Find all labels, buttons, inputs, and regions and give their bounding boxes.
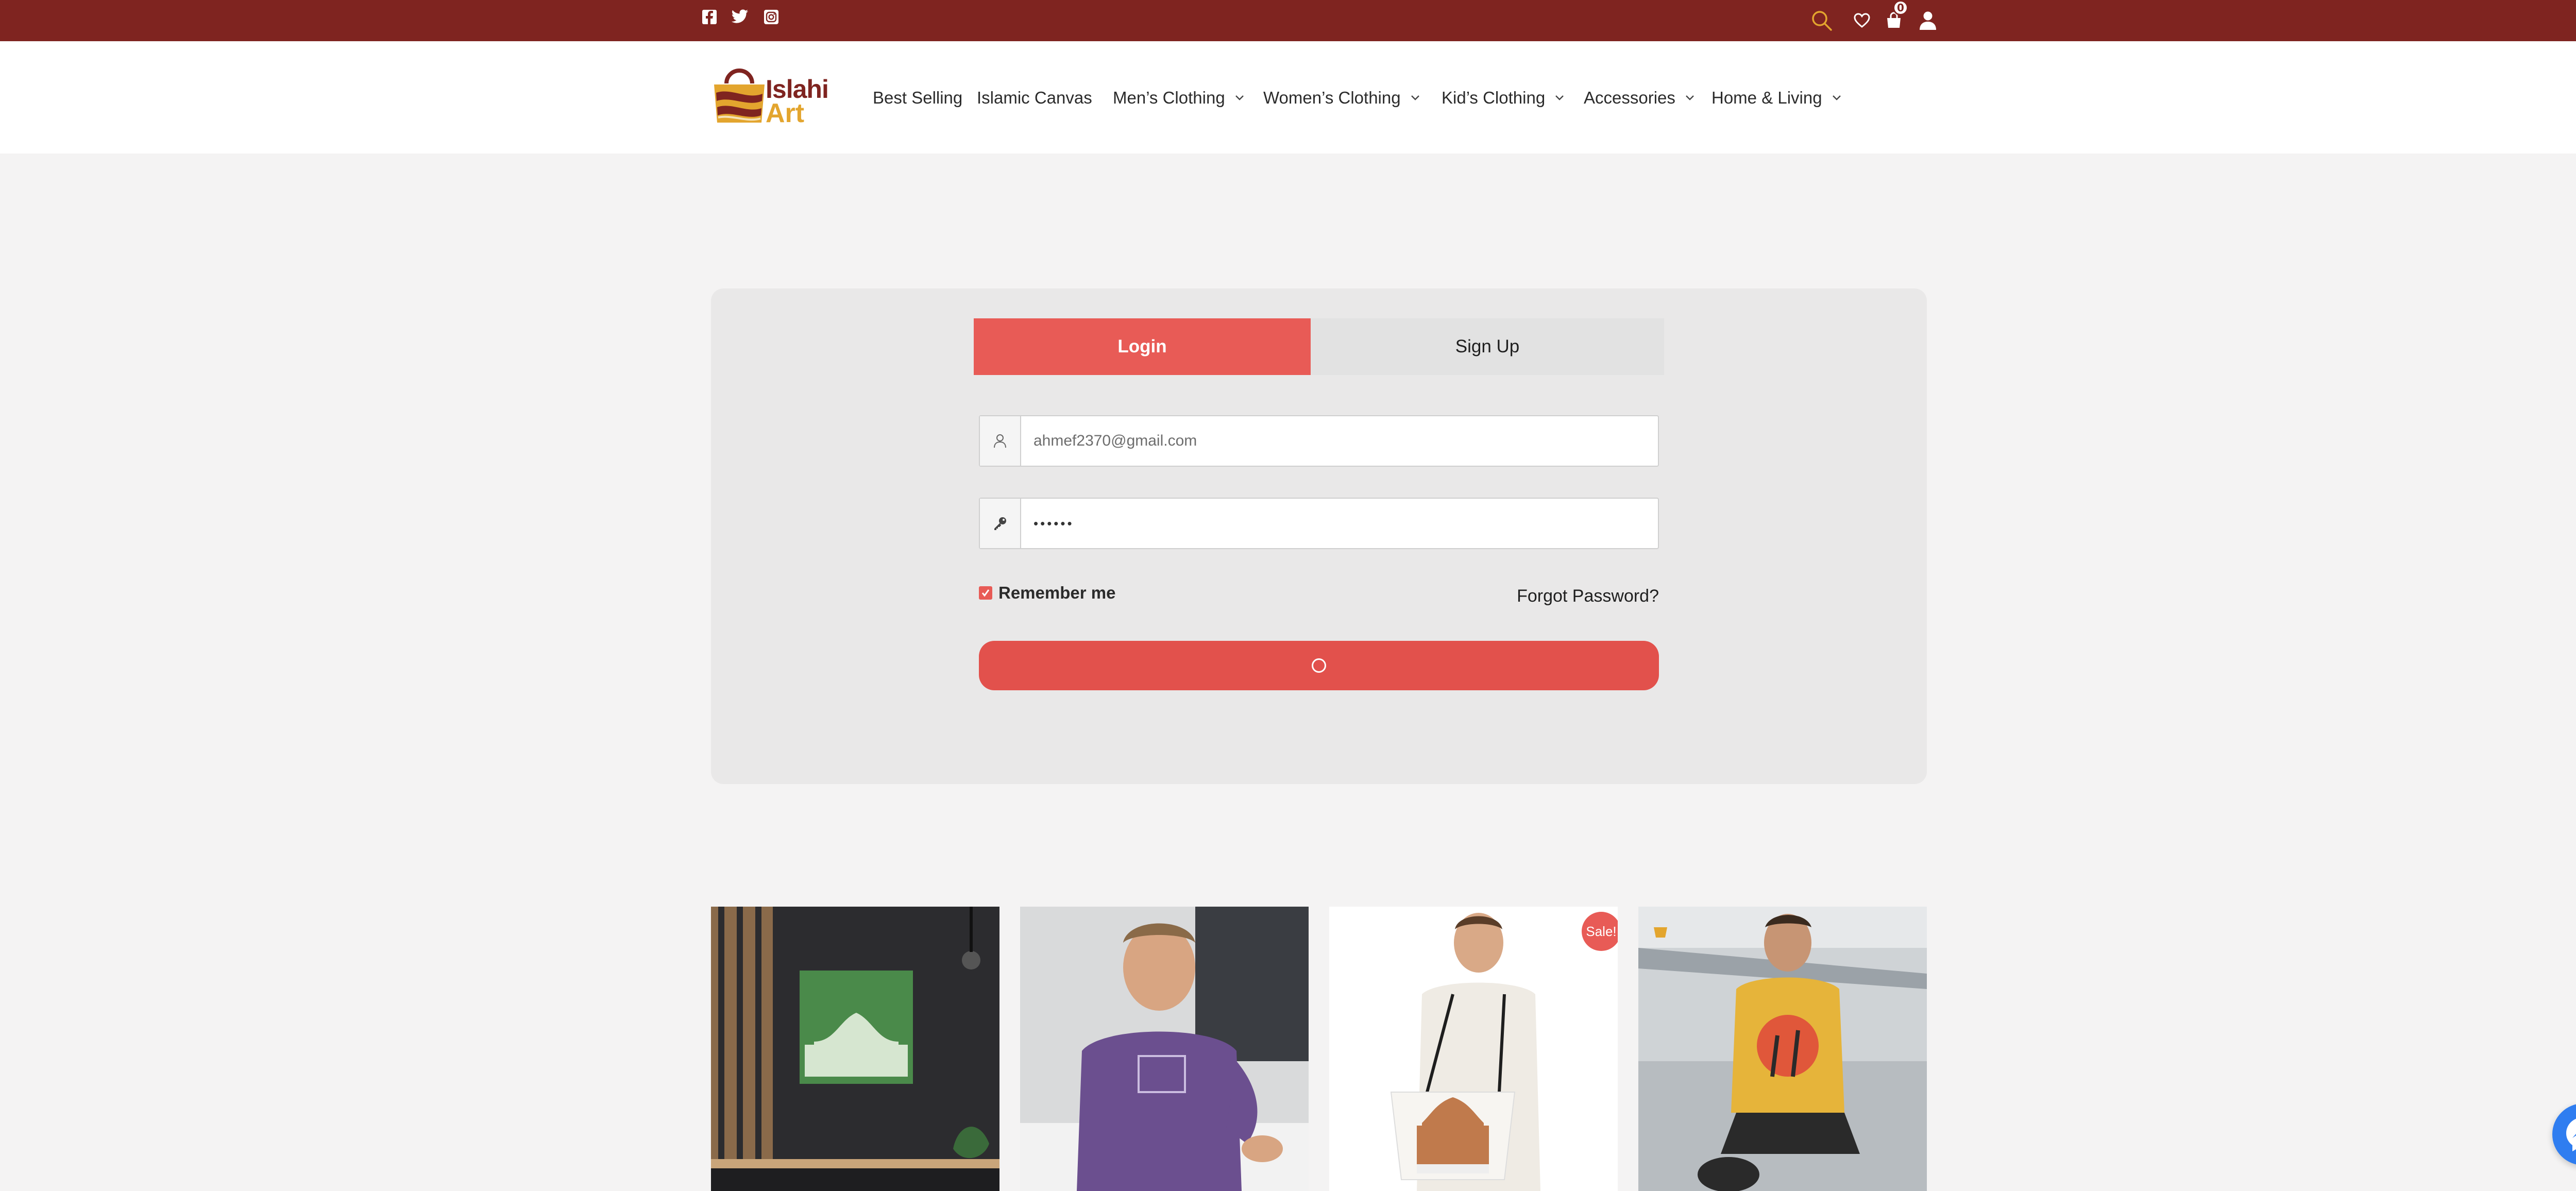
site-logo[interactable]: Islahi Art bbox=[711, 64, 829, 131]
nav-label: Home & Living bbox=[1711, 88, 1822, 107]
heart-icon[interactable] bbox=[1846, 5, 1877, 36]
nav-label: Islamic Canvas bbox=[977, 88, 1092, 107]
chevron-down-icon bbox=[1832, 92, 1844, 104]
remember-label: Remember me bbox=[998, 583, 1116, 602]
product-card-islamic-canvas[interactable] bbox=[711, 907, 999, 1191]
chevron-down-icon bbox=[1234, 92, 1247, 104]
nav-label: Accessories bbox=[1584, 88, 1675, 107]
product-image bbox=[711, 907, 999, 1191]
nav-label: Kid’s Clothing bbox=[1442, 88, 1546, 107]
messenger-chat-button[interactable] bbox=[2552, 1103, 2576, 1165]
nav-home-living[interactable]: Home & Living bbox=[1711, 82, 1844, 113]
cart-count-badge: 0 bbox=[1893, 0, 1908, 15]
tab-signup[interactable]: Sign Up bbox=[1311, 318, 1664, 375]
checkmark-icon bbox=[981, 589, 990, 597]
remember-me[interactable]: Remember me bbox=[979, 583, 1115, 603]
product-card-purple-tshirt[interactable] bbox=[1020, 907, 1309, 1191]
search-icon[interactable] bbox=[1806, 5, 1837, 36]
login-card: Login Sign Up Remember me Forgot Passwor… bbox=[711, 288, 1927, 784]
nav-mens-clothing[interactable]: Men’s Clothing bbox=[1113, 82, 1247, 113]
nav-best-selling[interactable]: Best Selling bbox=[873, 82, 962, 113]
product-image bbox=[1329, 907, 1618, 1191]
product-image bbox=[1638, 907, 1927, 1191]
main-header: Islahi Art Best Selling Islamic Canvas M… bbox=[0, 41, 2576, 154]
nav-accessories[interactable]: Accessories bbox=[1584, 82, 1697, 113]
facebook-icon[interactable] bbox=[701, 8, 718, 26]
nav-label: Best Selling bbox=[873, 88, 963, 107]
login-submit-button[interactable] bbox=[979, 641, 1659, 690]
password-field bbox=[979, 498, 1659, 549]
tab-login[interactable]: Login bbox=[974, 318, 1311, 375]
nav-kids-clothing[interactable]: Kid’s Clothing bbox=[1442, 82, 1567, 113]
product-image bbox=[1020, 907, 1309, 1191]
instagram-icon[interactable] bbox=[762, 8, 780, 26]
loading-spinner-icon bbox=[1312, 658, 1326, 673]
shopping-bag-logo-icon bbox=[714, 69, 765, 123]
user-icon[interactable] bbox=[1912, 5, 1943, 36]
top-bar: 0 bbox=[0, 0, 2576, 41]
nav-label: Men’s Clothing bbox=[1113, 88, 1225, 107]
nav-womens-clothing[interactable]: Women’s Clothing bbox=[1263, 82, 1422, 113]
product-card-mosque-tote[interactable]: Sale! bbox=[1329, 907, 1618, 1191]
chevron-down-icon bbox=[1685, 92, 1697, 104]
nav-islamic-canvas[interactable]: Islamic Canvas bbox=[977, 82, 1092, 113]
email-input[interactable] bbox=[1021, 416, 1658, 466]
twitter-icon[interactable] bbox=[731, 8, 749, 26]
forgot-password-link[interactable]: Forgot Password? bbox=[1517, 586, 1659, 606]
product-card-yellow-tshirt[interactable] bbox=[1638, 907, 1927, 1191]
sale-badge: Sale! bbox=[1582, 912, 1618, 951]
user-icon bbox=[980, 416, 1021, 466]
email-field bbox=[979, 415, 1659, 467]
cart-icon[interactable]: 0 bbox=[1878, 0, 1909, 36]
chevron-down-icon bbox=[1554, 92, 1567, 104]
logo-text-art: Art bbox=[766, 98, 805, 128]
remember-checkbox[interactable] bbox=[979, 586, 992, 600]
password-input[interactable] bbox=[1021, 499, 1658, 548]
nav-label: Women’s Clothing bbox=[1263, 88, 1401, 107]
chevron-down-icon bbox=[1410, 92, 1422, 104]
messenger-icon bbox=[2566, 1118, 2576, 1151]
key-icon bbox=[980, 499, 1021, 548]
auth-tabs: Login Sign Up bbox=[974, 318, 1664, 375]
